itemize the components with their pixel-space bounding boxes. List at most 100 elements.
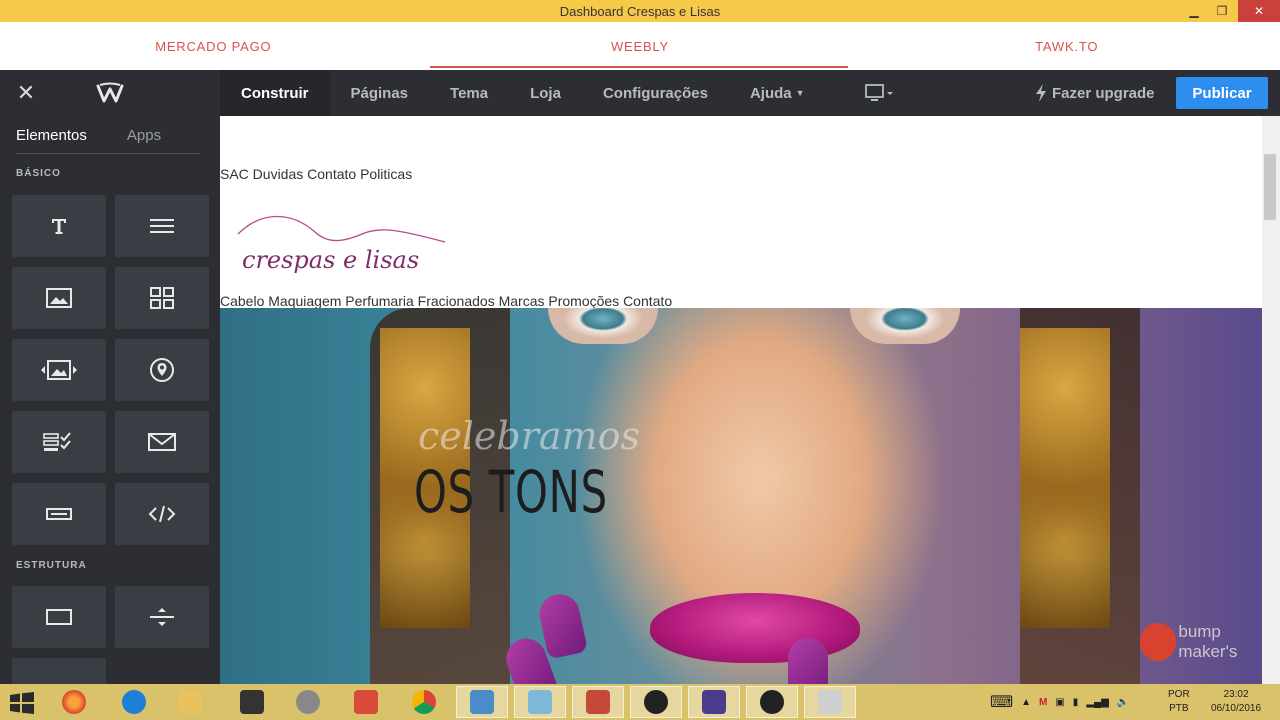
obs-taskbar-icon[interactable] [746,686,798,718]
language-code: POR [1168,689,1190,700]
chrome-taskbar-icon[interactable] [398,686,450,718]
firefox-taskbar-icon[interactable] [48,686,100,718]
desktop-preview-icon[interactable] [864,83,894,103]
button-element-tile[interactable] [12,483,106,545]
button-icon [46,508,72,520]
network-icon[interactable]: ▂▄▆ [1086,697,1108,708]
lightning-icon [1036,84,1046,102]
slideshow-icon [41,360,77,380]
window-title: Dashboard Crespas e Lisas [559,3,721,19]
section-icon [46,609,72,625]
slideshow-element-tile[interactable] [12,339,106,401]
section-basico-label: BÁSICO [16,168,61,179]
nav-configuracoes[interactable]: Configurações [582,70,729,116]
text-icon [150,219,174,233]
tray-app-icon[interactable]: ▮ [1073,697,1079,708]
elements-sidebar: Elementos Apps BÁSICO ESTRUTURA [0,116,220,684]
hero-headline[interactable]: OS TONS [414,458,608,526]
hero-photo-eye [850,308,960,344]
tab-tawk-to[interactable]: TAWK.TO [853,22,1280,70]
app-taskbar-icon[interactable] [804,686,856,718]
upgrade-label: Fazer upgrade [1052,84,1155,102]
weebly-logo-icon[interactable] [96,81,124,105]
close-editor-icon[interactable]: ✕ [14,82,38,104]
tab-weebly[interactable]: WEEBLY [427,22,854,70]
restore-icon[interactable]: ❐ [1208,0,1236,22]
settings-taskbar-icon[interactable] [282,686,334,718]
contact-form-icon [43,432,71,451]
tray-app-icon[interactable]: ▣ [1055,697,1064,708]
nav-tema[interactable]: Tema [429,70,509,116]
app-taskbar-icon[interactable] [630,686,682,718]
embed-code-element-tile[interactable] [115,483,209,545]
site-top-menu[interactable]: SAC Duvidas Contato Politicas [220,166,412,182]
volume-icon[interactable]: 🔈 [1117,697,1129,708]
nav-construir[interactable]: Construir [220,70,330,116]
active-tab-indicator [430,66,848,68]
divider-icon [150,608,174,626]
nav-loja[interactable]: Loja [509,70,582,116]
app-taskbar-icon[interactable] [226,686,278,718]
file-explorer-taskbar-icon[interactable] [164,686,216,718]
minimize-icon[interactable]: ▁ [1180,0,1208,22]
windows-start-icon[interactable] [8,692,36,714]
envelope-icon [148,433,176,451]
system-tray: ⌨ ▲ M ▣ ▮ ▂▄▆ 🔈 [990,684,1129,720]
nav-ajuda-label: Ajuda [749,84,792,102]
close-window-icon[interactable]: ✕ [1238,0,1280,22]
contact-form-element-tile[interactable] [12,411,106,473]
hero-photo-eye [548,308,658,344]
clock[interactable]: 23:02 06/10/2016 [1196,688,1276,716]
upgrade-link[interactable]: Fazer upgrade [1034,70,1155,116]
hero-photo-nail [788,638,828,684]
more-element-tile[interactable] [12,658,106,684]
hero-banner[interactable]: celebramos OS TONS [220,308,1262,684]
language-indicator[interactable]: POR PTB [1168,688,1190,716]
watermark-text: bump maker's [1178,622,1238,661]
keyboard-icon[interactable]: ⌨ [990,692,1013,712]
app-taskbar-icon[interactable] [456,686,508,718]
taskbar: ⌨ ▲ M ▣ ▮ ▂▄▆ 🔈 POR PTB 23:02 06/10/2016 [0,684,1280,720]
text-element-tile[interactable] [115,195,209,257]
app-taskbar-icon[interactable] [514,686,566,718]
tray-expand-icon[interactable]: ▲ [1021,697,1031,708]
nav-links: Construir Páginas Tema Loja Configuraçõe… [220,70,826,116]
site-main-menu[interactable]: Cabelo Maquiagem Perfumaria Fracionados … [220,293,672,309]
window-title-bar: Dashboard Crespas e Lisas [0,0,1280,22]
tab-elementos[interactable]: Elementos [16,116,87,154]
tab-mercado-pago[interactable]: MERCADO PAGO [0,22,427,70]
tray-app-icon[interactable]: M [1039,697,1047,708]
keyboard-layout: PTB [1169,703,1189,714]
hero-photo-earring [1020,328,1110,628]
hero-subtitle[interactable]: celebramos [418,414,640,458]
site-preview-canvas[interactable]: SAC Duvidas Contato Politicas crespas e … [220,116,1262,684]
nav-ajuda[interactable]: Ajuda ▼ [729,70,826,116]
map-pin-icon [150,358,174,382]
internet-explorer-taskbar-icon[interactable] [108,686,160,718]
section-element-tile[interactable] [12,586,106,648]
scrollbar-thumb[interactable] [1264,154,1276,220]
code-icon [148,505,176,523]
tab-apps[interactable]: Apps [127,116,161,154]
newsletter-element-tile[interactable] [115,411,209,473]
nav-paginas[interactable]: Páginas [330,70,430,116]
site-logo[interactable]: crespas e lisas [230,212,450,282]
app-tabs: MERCADO PAGO WEEBLY TAWK.TO [0,22,1280,70]
sidebar-tabs: Elementos Apps [16,116,200,154]
title-element-tile[interactable] [12,195,106,257]
app-taskbar-icon[interactable] [340,686,392,718]
site-logo-text: crespas e lisas [242,246,419,274]
app-taskbar-icon[interactable] [688,686,740,718]
editor-top-nav: ✕ Construir Páginas Tema Loja Configuraç… [0,70,1280,116]
watermark: bump maker's [1140,622,1280,662]
divider-element-tile[interactable] [115,586,209,648]
gallery-element-tile[interactable] [115,267,209,329]
app-taskbar-icon[interactable] [572,686,624,718]
title-icon [52,219,66,234]
image-element-tile[interactable] [12,267,106,329]
hero-photo-lips [650,593,860,663]
publish-button[interactable]: Publicar [1176,77,1268,109]
clock-time: 23:02 [1223,689,1249,700]
map-element-tile[interactable] [115,339,209,401]
clock-date: 06/10/2016 [1210,703,1262,714]
